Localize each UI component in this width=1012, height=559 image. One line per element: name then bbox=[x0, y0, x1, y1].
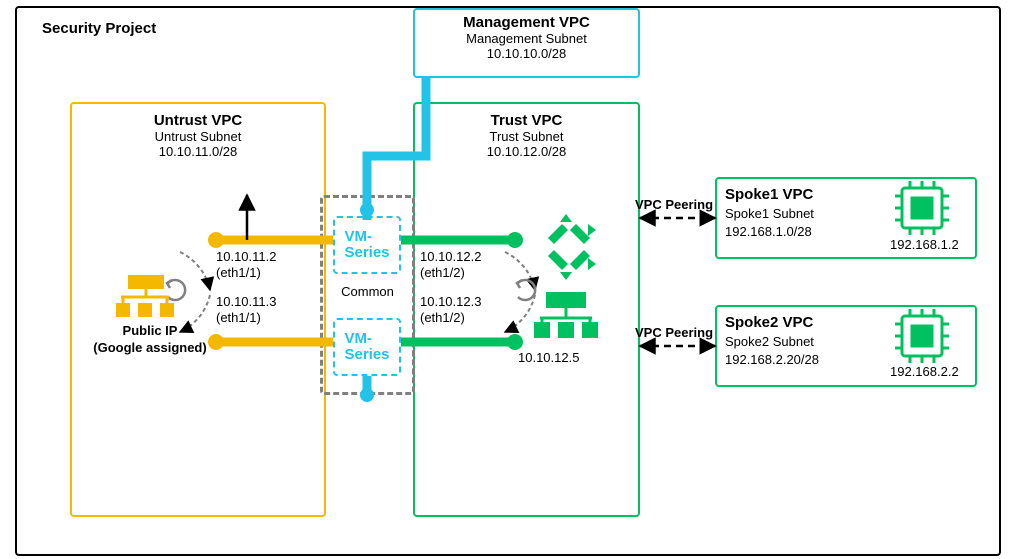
routing-icon bbox=[548, 214, 596, 280]
refresh-icon-2 bbox=[517, 280, 535, 300]
load-balancer-icon bbox=[116, 275, 174, 317]
refresh-icon bbox=[167, 280, 185, 300]
chip-icon-1 bbox=[895, 181, 949, 235]
connections-svg bbox=[0, 0, 1012, 559]
diagram-canvas: Security Project Management VPC Manageme… bbox=[0, 0, 1012, 559]
mgmt-link-1 bbox=[367, 78, 426, 220]
chip-icon-2 bbox=[895, 309, 949, 363]
load-balancer-icon-2 bbox=[534, 292, 598, 338]
